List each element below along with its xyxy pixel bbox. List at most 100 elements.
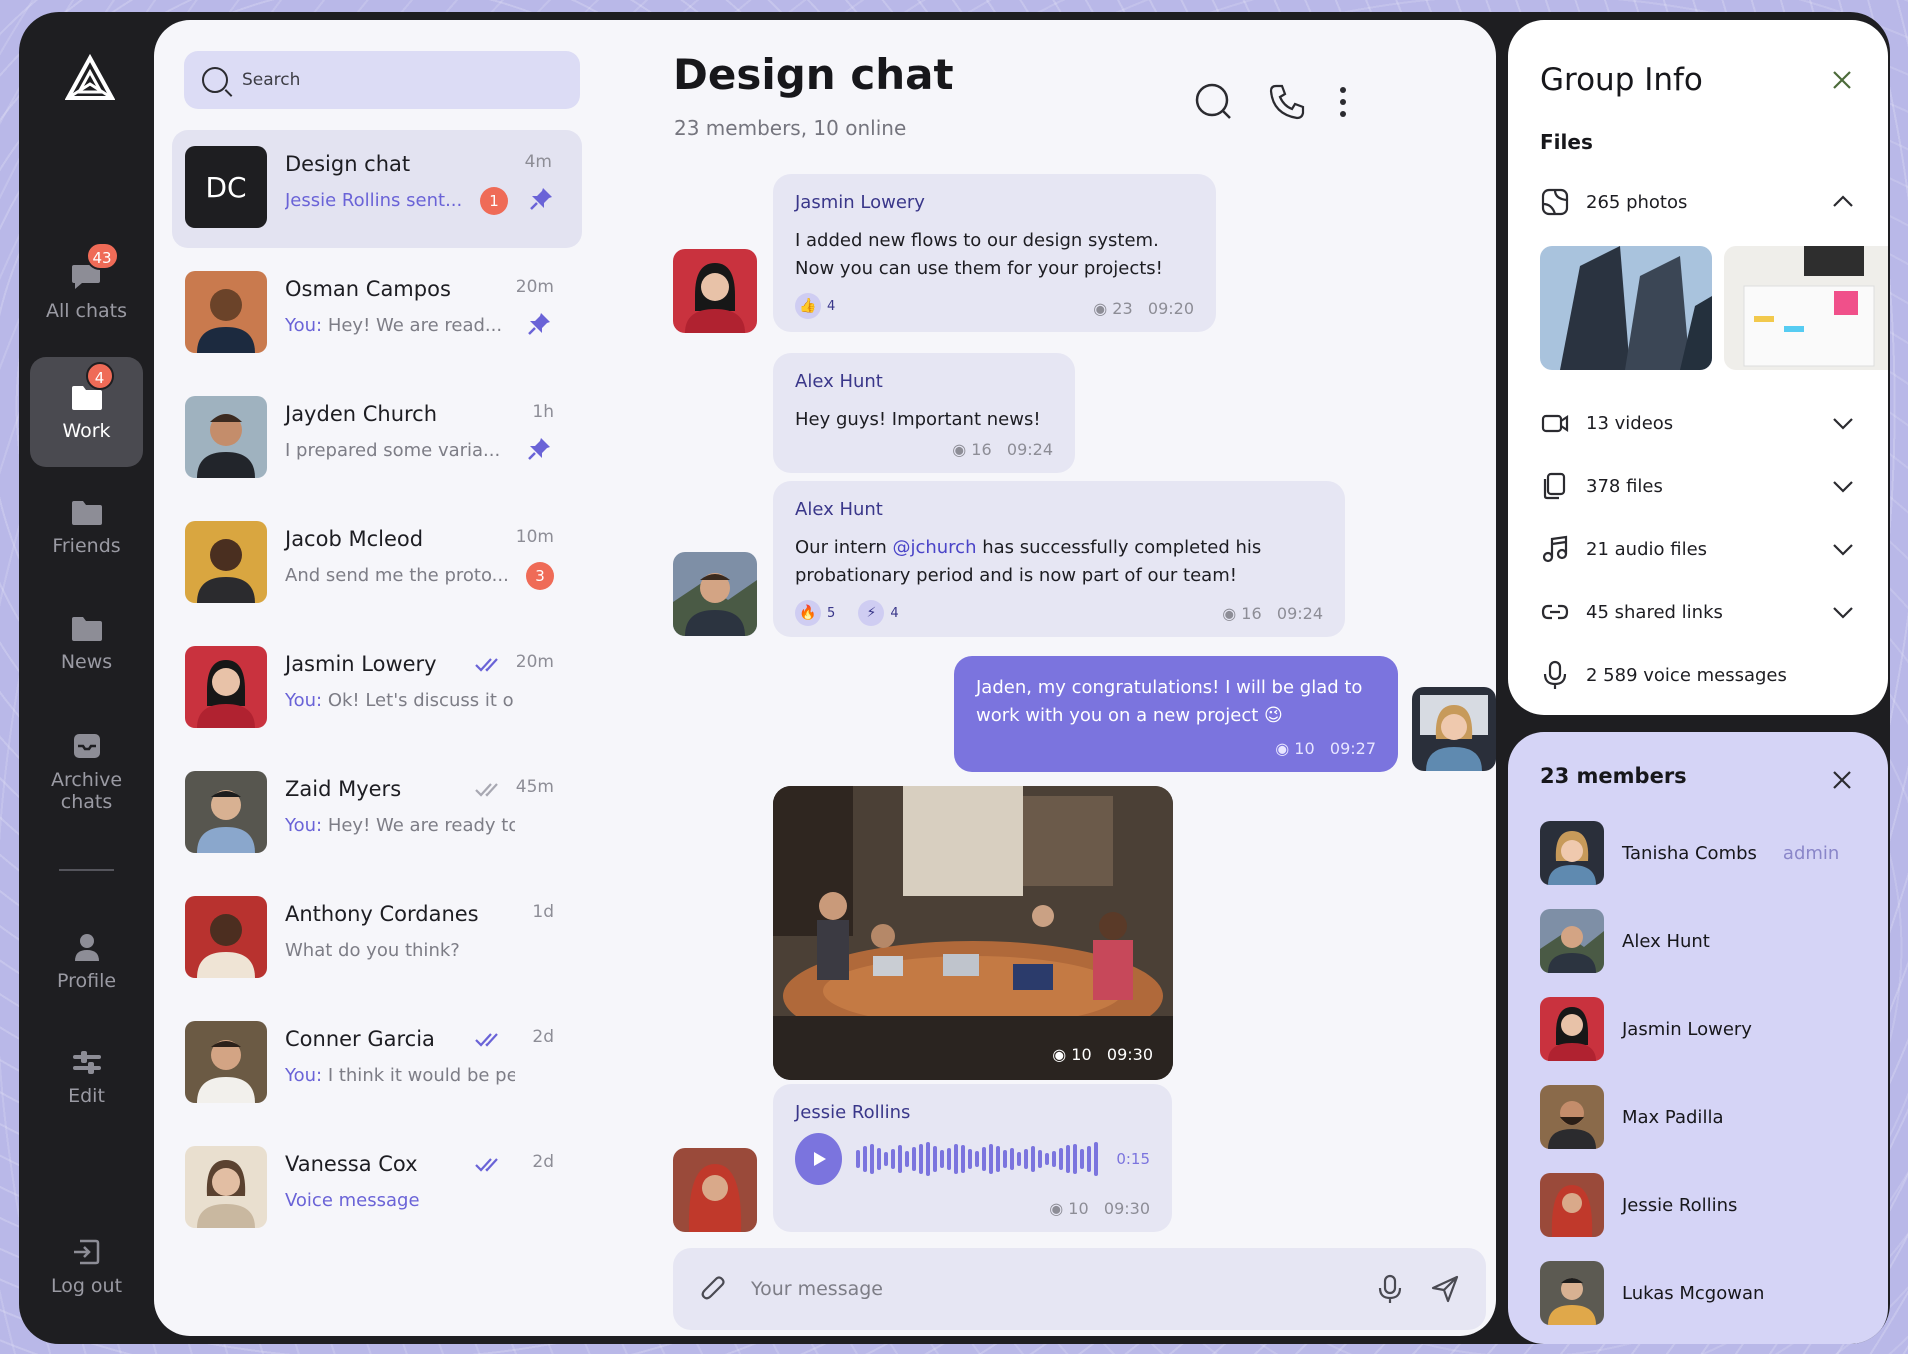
chat-item-design-chat[interactable]: DC Design chat 4m Jessie Rollins sent...… bbox=[172, 130, 582, 248]
message-avatar[interactable] bbox=[1412, 687, 1496, 771]
nav-friends[interactable]: Friends bbox=[30, 472, 143, 582]
chat-time: 2d bbox=[532, 1027, 554, 1047]
message-line: Now you can use them for your projects! bbox=[795, 258, 1163, 279]
message-avatar[interactable] bbox=[673, 552, 757, 636]
member-row[interactable]: Lukas Mcgowan bbox=[1540, 1261, 1860, 1325]
reaction-fire[interactable]: 🔥 5 bbox=[795, 600, 835, 626]
close-icon[interactable] bbox=[1830, 768, 1854, 792]
photo-icon bbox=[1541, 188, 1569, 216]
member-row[interactable]: Max Padilla bbox=[1540, 1085, 1860, 1149]
files-row-videos[interactable]: 13 videos bbox=[1540, 403, 1856, 443]
attach-icon[interactable] bbox=[699, 1274, 729, 1304]
nav-archive-chats[interactable]: Archive chats bbox=[30, 712, 143, 832]
avatar-initials: DC bbox=[205, 170, 247, 204]
chevron-up-icon[interactable] bbox=[1830, 189, 1856, 215]
more-icon[interactable] bbox=[1333, 82, 1353, 122]
chevron-down-icon[interactable] bbox=[1830, 536, 1856, 562]
chat-item-jayden-church[interactable]: Jayden Church 1h I prepared some varia..… bbox=[172, 380, 582, 505]
chevron-down-icon[interactable] bbox=[1830, 599, 1856, 625]
nav-news[interactable]: News bbox=[30, 588, 143, 698]
member-row[interactable]: Alex Hunt bbox=[1540, 909, 1860, 973]
chat-preview: I prepared some varia... bbox=[285, 440, 501, 461]
mention-link[interactable]: @jchurch bbox=[892, 537, 976, 558]
conversation-title: Design chat bbox=[673, 50, 954, 99]
message-bubble[interactable]: Alex Hunt Our intern @jchurch has succes… bbox=[773, 481, 1345, 637]
nav-profile[interactable]: Profile bbox=[30, 907, 143, 1017]
message-bubble[interactable]: Jasmin Lowery I added new flows to our d… bbox=[773, 174, 1216, 332]
chat-item-conner-garcia[interactable]: Conner Garcia 2d You: I think it would b… bbox=[172, 1005, 582, 1130]
avatar bbox=[185, 1021, 267, 1103]
music-note-icon bbox=[1542, 535, 1568, 563]
nav-label: Log out bbox=[50, 1275, 123, 1297]
nav-all-chats[interactable]: 43 All chats bbox=[30, 237, 143, 347]
message-avatar[interactable] bbox=[673, 1148, 757, 1232]
send-icon[interactable] bbox=[1430, 1274, 1460, 1304]
member-row[interactable]: Jasmin Lowery bbox=[1540, 997, 1860, 1061]
member-row[interactable]: Tanisha Combs admin bbox=[1540, 821, 1860, 885]
chevron-down-icon[interactable] bbox=[1830, 473, 1856, 499]
file-row-label: 21 audio files bbox=[1586, 538, 1708, 560]
waveform-bar bbox=[1087, 1146, 1092, 1172]
chat-name: Design chat bbox=[285, 152, 411, 176]
files-row-photos[interactable]: 265 photos bbox=[1540, 182, 1856, 222]
group-info-panel: Group Info Files 265 photos 13 videos 37… bbox=[1508, 20, 1888, 715]
reaction-lightning[interactable]: ⚡ 4 bbox=[858, 600, 899, 626]
chat-item-osman-campos[interactable]: Osman Campos 20m You: Hey! We are read..… bbox=[172, 255, 582, 380]
eye-icon: ◉ bbox=[1093, 299, 1108, 318]
file-icon bbox=[1543, 472, 1566, 500]
fire-icon: 🔥 bbox=[795, 600, 821, 626]
nav-edit[interactable]: Edit bbox=[30, 1022, 143, 1132]
chat-item-zaid-myers[interactable]: Zaid Myers 45m You: Hey! We are ready to… bbox=[172, 755, 582, 880]
files-row-files[interactable]: 378 files bbox=[1540, 466, 1856, 506]
waveform-bar bbox=[982, 1147, 987, 1171]
thumbs-up-icon: 👍 bbox=[795, 293, 821, 319]
chevron-down-icon[interactable] bbox=[1830, 410, 1856, 436]
message-bubble[interactable]: Alex Hunt Hey guys! Important news! ◉ 16… bbox=[773, 353, 1075, 473]
chat-item-jacob-mcleod[interactable]: Jacob Mcleod 10m And send me the proto..… bbox=[172, 505, 582, 630]
message-time: 09:24 bbox=[1276, 604, 1323, 623]
chat-item-vanessa-cox[interactable]: Vanessa Cox 2d Voice message bbox=[172, 1130, 582, 1255]
pin-icon[interactable] bbox=[526, 311, 552, 337]
double-check-icon bbox=[475, 783, 498, 797]
archive-icon bbox=[70, 731, 104, 761]
chat-item-jasmin-lowery[interactable]: Jasmin Lowery 20m You: Ok! Let's discuss… bbox=[172, 630, 582, 755]
files-row-links[interactable]: 45 shared links bbox=[1540, 592, 1856, 632]
chat-name: Jacob Mcleod bbox=[285, 527, 424, 551]
link-icon bbox=[1541, 604, 1569, 620]
files-row-voice-messages[interactable]: 2 589 voice messages bbox=[1540, 655, 1856, 695]
photo-thumbnail[interactable] bbox=[1724, 246, 1888, 370]
photo-thumbnail[interactable] bbox=[1540, 246, 1712, 370]
chat-item-anthony-cordanes[interactable]: Anthony Cordanes 1d What do you think? bbox=[172, 880, 582, 1005]
close-icon[interactable] bbox=[1830, 68, 1854, 92]
waveform-bar bbox=[919, 1144, 924, 1174]
chat-name: Zaid Myers bbox=[285, 777, 402, 801]
files-row-audio[interactable]: 21 audio files bbox=[1540, 529, 1856, 569]
message-avatar[interactable] bbox=[673, 249, 757, 333]
pin-icon[interactable] bbox=[528, 186, 554, 212]
search-icon[interactable] bbox=[1194, 82, 1234, 122]
search-bar[interactable]: Search bbox=[184, 51, 580, 109]
phone-icon[interactable] bbox=[1267, 82, 1307, 122]
message-bubble-outgoing[interactable]: Jaden, my congratulations! I will be gla… bbox=[954, 656, 1398, 772]
voice-message-bubble[interactable]: Jessie Rollins 0:15 ◉ 10 09:30 bbox=[773, 1084, 1172, 1232]
nav-work[interactable]: 4 Work bbox=[30, 357, 143, 467]
chat-name: Jayden Church bbox=[285, 402, 438, 426]
eye-icon: ◉ bbox=[1275, 739, 1290, 758]
reaction-thumbs-up[interactable]: 👍 4 bbox=[795, 293, 835, 319]
chat-time: 4m bbox=[524, 152, 552, 172]
member-row[interactable]: Jessie Rollins bbox=[1540, 1173, 1860, 1237]
photo-message[interactable]: ◉ 10 09:30 bbox=[773, 786, 1173, 1080]
play-button[interactable] bbox=[795, 1133, 843, 1185]
sliders-icon bbox=[70, 1047, 104, 1077]
nav-log-out[interactable]: Log out bbox=[30, 1212, 143, 1322]
message-input[interactable] bbox=[751, 1278, 1376, 1300]
search-placeholder: Search bbox=[242, 70, 301, 90]
audio-waveform[interactable] bbox=[856, 1142, 1099, 1176]
files-heading: Files bbox=[1540, 130, 1593, 154]
pin-icon[interactable] bbox=[526, 436, 552, 462]
message-author: Jasmin Lowery bbox=[795, 192, 925, 213]
chat-name: Anthony Cordanes bbox=[285, 902, 479, 926]
microphone-icon[interactable] bbox=[1376, 1274, 1404, 1304]
member-avatar bbox=[1540, 909, 1604, 973]
message-text: I added new flows to our design system. … bbox=[795, 227, 1194, 283]
